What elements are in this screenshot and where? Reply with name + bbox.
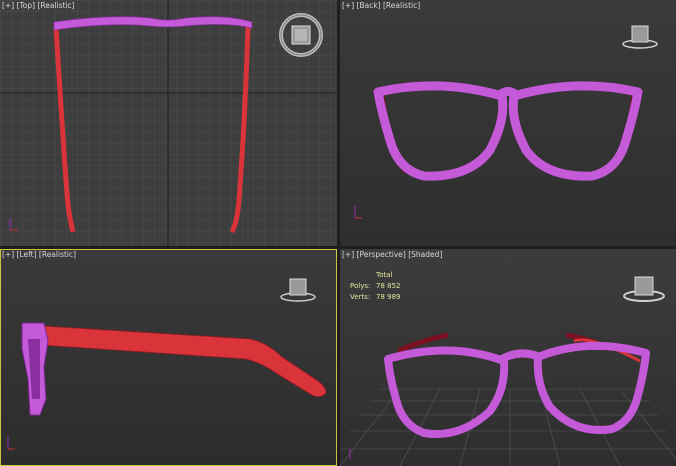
viewport-name[interactable]: [Left]	[17, 250, 37, 259]
viewcube-icon[interactable]	[620, 20, 660, 50]
viewport-back[interactable]: [+] [Back] [Realistic]	[340, 0, 676, 246]
viewport-top[interactable]: [+] [Top] [Realistic]	[0, 0, 337, 246]
verts-label: Verts:	[350, 293, 371, 301]
viewcube-icon[interactable]	[620, 271, 668, 305]
polygon-statistics: Total Polys: 78 852 Verts: 78 989	[350, 270, 401, 303]
steering-wheel-icon[interactable]	[278, 12, 324, 58]
viewport-shading[interactable]: [Shaded]	[408, 250, 442, 259]
viewport-divider-vertical[interactable]	[337, 0, 340, 466]
polys-label: Polys:	[350, 282, 371, 290]
viewport-plus-menu[interactable]: [+]	[2, 1, 14, 10]
viewport-label-top[interactable]: [+] [Top] [Realistic]	[2, 1, 75, 11]
verts-value: 78 989	[376, 293, 401, 301]
viewport-left[interactable]: [+] [Left] [Realistic]	[0, 249, 337, 466]
viewport-divider-horizontal[interactable]	[0, 246, 676, 249]
viewcube-icon[interactable]	[278, 273, 318, 303]
stats-header: Total	[376, 271, 393, 279]
viewport-label-left[interactable]: [+] [Left] [Realistic]	[2, 250, 76, 260]
viewport-name[interactable]: [Back]	[357, 1, 381, 10]
viewport-shading[interactable]: [Realistic]	[383, 1, 420, 10]
viewport-name[interactable]: [Top]	[17, 1, 36, 10]
viewport-shading[interactable]: [Realistic]	[39, 250, 76, 259]
polys-value: 78 852	[376, 282, 401, 290]
bridge	[497, 87, 519, 99]
viewport-plus-menu[interactable]: [+]	[342, 250, 354, 259]
viewport-label-perspective[interactable]: [+] [Perspective] [Shaded]	[342, 250, 442, 260]
viewport-perspective[interactable]: [+] [Perspective] [Shaded] Total Polys: 7…	[340, 249, 676, 466]
viewport-shading[interactable]: [Realistic]	[37, 1, 74, 10]
viewport-layout: [+] [Top] [Realistic] [+] [Back] [Realis…	[0, 0, 676, 466]
viewport-name[interactable]: [Perspective]	[357, 250, 406, 259]
viewport-plus-menu[interactable]: [+]	[2, 250, 14, 259]
viewport-plus-menu[interactable]: [+]	[342, 1, 354, 10]
viewport-label-back[interactable]: [+] [Back] [Realistic]	[342, 1, 420, 11]
